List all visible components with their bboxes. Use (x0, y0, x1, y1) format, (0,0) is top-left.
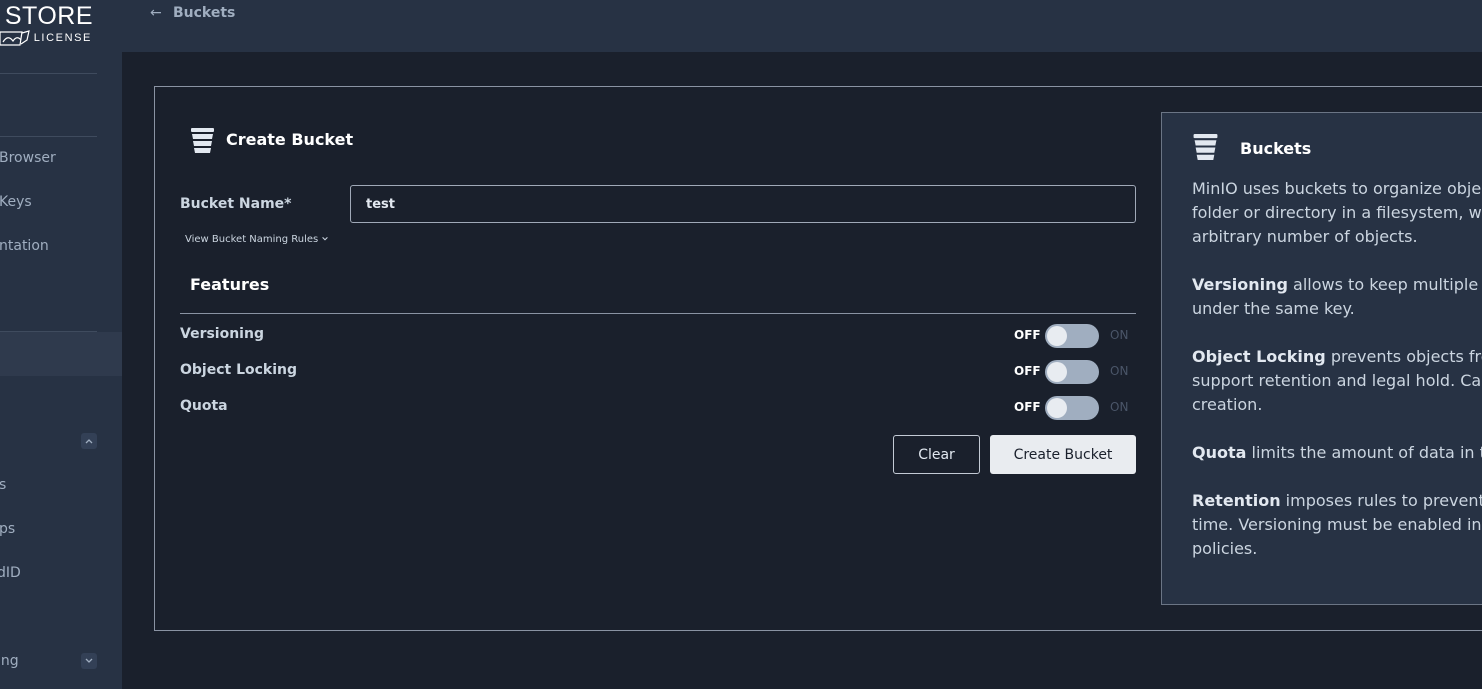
toggle-on-label: ON (1110, 400, 1129, 414)
help-text: arbitrary number of objects. (1192, 227, 1418, 246)
chevron-up-icon (85, 439, 93, 444)
sidebar-item-users[interactable]: s (0, 477, 6, 493)
versioning-toggle[interactable] (1045, 324, 1099, 348)
help-text: MinIO uses buckets to organize object (1192, 179, 1482, 198)
sidebar-expand-button[interactable] (81, 653, 97, 669)
feature-row-quota: Quota OFF ON (180, 396, 1136, 420)
help-text: prevents objects from (1330, 347, 1482, 366)
help-paragraph: Object Locking prevents objects from sup… (1192, 345, 1482, 417)
naming-rules-text: View Bucket Naming Rules (185, 234, 319, 245)
logo-mark-icon (0, 30, 30, 46)
toggle-knob (1047, 398, 1067, 418)
view-naming-rules-link[interactable]: View Bucket Naming Rules (185, 234, 329, 245)
toggle-off-label: OFF (1014, 364, 1041, 378)
help-term: Object Locking (1192, 347, 1326, 366)
sidebar-item-object-browser[interactable]: Browser (0, 150, 56, 166)
bucket-name-label: Bucket Name* (180, 196, 292, 212)
sidebar-divider (0, 136, 97, 137)
help-text: time. Versioning must be enabled in or (1192, 515, 1482, 534)
help-paragraph: Quota limits the amount of data in the (1192, 441, 1482, 465)
features-title: Features (190, 275, 270, 294)
help-text: limits the amount of data in the (1246, 443, 1482, 462)
feature-row-object-locking: Object Locking OFF ON (180, 360, 1136, 384)
help-term: Retention (1192, 491, 1281, 510)
toggle-on-label: ON (1110, 364, 1129, 378)
sidebar-item-monitoring[interactable]: ing (0, 653, 19, 669)
form-title: Create Bucket (226, 130, 354, 149)
help-text: policies. (1192, 539, 1258, 558)
feature-label: Object Locking (180, 362, 298, 378)
feature-label: Quota (180, 398, 228, 414)
help-panel: Buckets MinIO uses buckets to organize o… (1161, 112, 1482, 605)
help-text: creation. (1192, 395, 1263, 414)
bucket-name-input[interactable] (350, 185, 1136, 223)
back-arrow-icon[interactable]: ← (150, 5, 162, 21)
toggle-knob (1047, 326, 1067, 346)
sidebar-item-access-keys[interactable]: Keys (0, 194, 32, 210)
sidebar-item-groups[interactable]: ps (0, 521, 15, 537)
help-text: folder or directory in a filesystem, whe (1192, 203, 1482, 222)
object-locking-toggle[interactable] (1045, 360, 1099, 384)
feature-label: Versioning (180, 326, 264, 342)
sidebar-item-openid[interactable]: dID (0, 565, 21, 581)
help-term: Versioning (1192, 275, 1288, 294)
features-divider (180, 313, 1136, 314)
bucket-icon (191, 128, 214, 153)
toggle-knob (1047, 362, 1067, 382)
help-paragraph: MinIO uses buckets to organize object fo… (1192, 177, 1482, 249)
bucket-icon (1193, 134, 1218, 160)
sidebar: T STORE LICENSE Browser Keys ntation s p… (0, 0, 122, 689)
help-term: Quota (1192, 443, 1247, 462)
help-body: MinIO uses buckets to organize object fo… (1192, 177, 1482, 585)
toggle-off-label: OFF (1014, 400, 1041, 414)
help-text: imposes rules to prevent ob (1285, 491, 1482, 510)
sidebar-collapse-button[interactable] (81, 433, 97, 449)
help-title: Buckets (1240, 139, 1312, 158)
clear-button[interactable]: Clear (893, 435, 980, 474)
help-text: allows to keep multiple ver (1293, 275, 1482, 294)
toggle-off-label: OFF (1014, 328, 1041, 342)
top-bar: ← Buckets (122, 0, 1482, 52)
create-bucket-button[interactable]: Create Bucket (990, 435, 1136, 474)
sidebar-item-active[interactable] (0, 332, 122, 376)
chevron-down-icon (322, 237, 329, 241)
sidebar-item-ldap[interactable]: o (0, 607, 1, 623)
help-paragraph: Retention imposes rules to prevent ob ti… (1192, 489, 1482, 561)
toggle-on-label: ON (1110, 328, 1129, 342)
quota-toggle[interactable] (1045, 396, 1099, 420)
chevron-down-icon (85, 658, 93, 663)
sidebar-divider (0, 73, 97, 74)
help-paragraph: Versioning allows to keep multiple ver u… (1192, 273, 1482, 321)
help-text: under the same key. (1192, 299, 1355, 318)
feature-row-versioning: Versioning OFF ON (180, 324, 1136, 348)
logo-license-text: LICENSE (33, 32, 92, 44)
help-text: support retention and legal hold. Can c (1192, 371, 1482, 390)
breadcrumb-buckets[interactable]: Buckets (173, 5, 235, 21)
logo-store-text: T STORE (0, 2, 93, 30)
sidebar-item-documentation[interactable]: ntation (0, 238, 49, 254)
